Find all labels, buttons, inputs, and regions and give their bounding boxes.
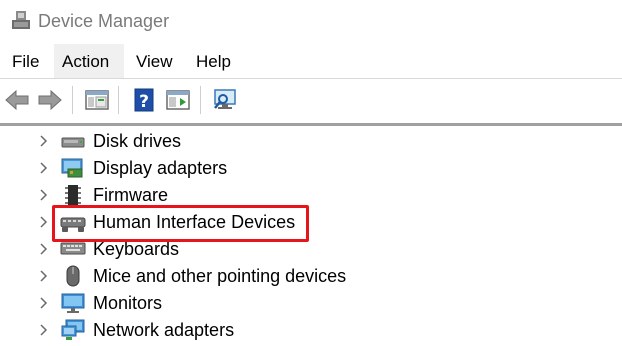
highlight-annotation xyxy=(52,205,309,242)
mouse-icon xyxy=(66,265,80,287)
tree-item-label: Network adapters xyxy=(93,320,235,340)
chevron-right-icon[interactable] xyxy=(36,133,50,149)
menu-action[interactable]: Action xyxy=(54,44,124,78)
disk-drive-icon xyxy=(61,137,85,148)
forward-arrow-icon[interactable] xyxy=(36,86,64,114)
network-adapter-icon xyxy=(61,319,85,340)
chevron-right-icon[interactable] xyxy=(36,241,50,257)
menu-file[interactable]: File xyxy=(4,44,47,78)
run-pane-icon[interactable] xyxy=(164,86,192,114)
properties-icon[interactable] xyxy=(83,86,111,114)
chevron-right-icon[interactable] xyxy=(36,160,50,176)
tree-item-label: Monitors xyxy=(93,293,163,313)
tree-item-mice[interactable]: Mice and other pointing devices xyxy=(0,263,622,290)
chevron-right-icon[interactable] xyxy=(36,187,50,203)
tree-item-label: Firmware xyxy=(93,185,168,205)
tree-item-monitors[interactable]: Monitors xyxy=(0,290,622,317)
tree-item-label: Display adapters xyxy=(93,158,228,178)
menu-help[interactable]: Help xyxy=(188,44,239,78)
toolbar: ? xyxy=(0,79,622,121)
chevron-right-icon[interactable] xyxy=(36,268,50,284)
tree-item-label: Keyboards xyxy=(93,239,180,259)
device-manager-window: Device Manager File Action View Help ? D… xyxy=(0,0,622,346)
toolbar-separator xyxy=(118,86,119,114)
chevron-right-icon[interactable] xyxy=(36,214,50,230)
help-icon[interactable]: ? xyxy=(130,86,158,114)
device-manager-icon xyxy=(12,11,30,29)
tree-item-display-adapters[interactable]: Display adapters xyxy=(0,155,622,182)
firmware-chip-icon xyxy=(65,185,81,205)
toolbar-separator xyxy=(200,86,201,114)
tree-item-label: Disk drives xyxy=(93,131,182,151)
svg-text:?: ? xyxy=(139,92,149,112)
back-arrow-icon[interactable] xyxy=(3,86,31,114)
monitor-icon xyxy=(61,293,85,313)
tree-item-disk-drives[interactable]: Disk drives xyxy=(0,128,622,155)
tree-item-label: Mice and other pointing devices xyxy=(93,266,347,286)
toolbar-separator xyxy=(72,86,73,114)
menu-view[interactable]: View xyxy=(128,44,181,78)
display-adapter-icon xyxy=(61,158,83,178)
scan-hardware-icon[interactable] xyxy=(211,86,239,114)
window-title: Device Manager xyxy=(38,11,170,31)
menu-bar: File Action View Help xyxy=(0,44,622,78)
chevron-right-icon[interactable] xyxy=(36,322,50,338)
tree-item-network-adapters[interactable]: Network adapters xyxy=(0,317,622,344)
chevron-right-icon[interactable] xyxy=(36,295,50,311)
title-bar: Device Manager xyxy=(0,0,622,44)
